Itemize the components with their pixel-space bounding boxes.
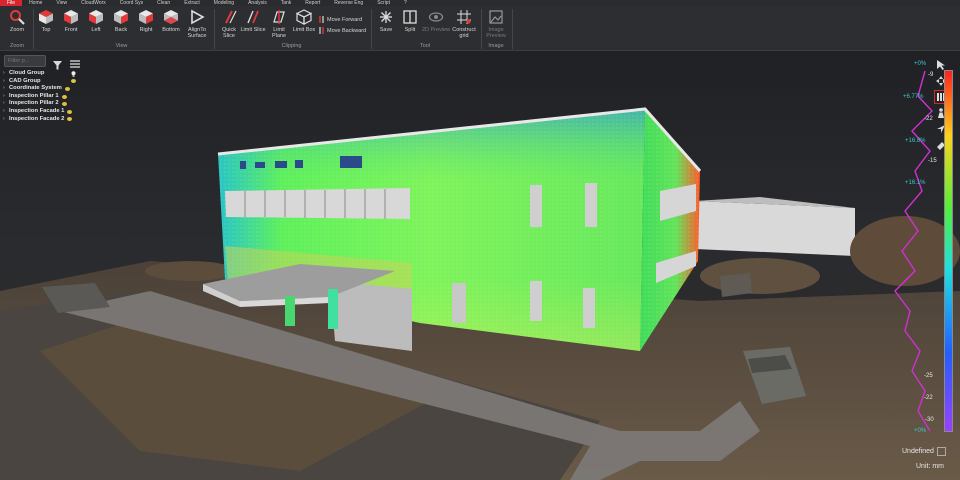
limit-slice-button[interactable]: Limit Slice — [239, 8, 267, 42]
visibility-icon[interactable] — [61, 102, 67, 107]
scale-label: +16.8% — [905, 138, 926, 144]
group-zoom-label: Zoom — [9, 43, 25, 49]
align-arrow-icon — [191, 9, 205, 25]
visibility-icon[interactable] — [67, 117, 73, 122]
scale-label: -25 — [924, 373, 933, 379]
limit-slice-icon — [247, 10, 259, 24]
facade-door — [452, 283, 466, 323]
visibility-icon[interactable] — [61, 94, 67, 99]
tree-item-inspection-pillar-2[interactable]: › Inspection Pillar 2 — [3, 100, 93, 108]
group-tool-label: Tool — [419, 43, 431, 49]
inspection-pillar-2 — [328, 289, 338, 329]
color-scale-bar — [944, 70, 953, 432]
tree-item-inspection-facade-2[interactable]: › Inspection Facade 2 — [3, 116, 93, 124]
window-band — [225, 188, 410, 219]
facade-window — [583, 288, 595, 328]
group-image-label: Image — [488, 43, 504, 49]
tree-item-coordinate-system[interactable]: › Coordinate System — [3, 85, 93, 93]
eye-icon — [428, 12, 444, 22]
scale-label: -22 — [924, 116, 933, 122]
facade-window — [585, 183, 597, 227]
move-backward-button[interactable]: Move Backward — [318, 27, 366, 34]
undefined-toggle[interactable]: Undefined — [902, 447, 946, 456]
cube-bottom-icon — [164, 10, 178, 24]
filter-icon[interactable] — [53, 57, 62, 70]
zoom-button[interactable]: Zoom — [2, 8, 32, 42]
align-to-surface-button[interactable]: AlignTo Surface — [182, 8, 212, 42]
scale-label: -15 — [928, 158, 937, 164]
scale-label-bottom: +0% — [914, 428, 927, 434]
cube-front-icon — [64, 10, 78, 24]
cursor-icon — [937, 60, 945, 70]
ribbon: Zoom Zoom Top Front Left Back Right Bott… — [0, 6, 960, 51]
undefined-checkbox[interactable] — [936, 447, 946, 456]
scale-label: +6.77% — [903, 94, 924, 100]
visibility-icon[interactable] — [70, 79, 76, 84]
tree-filter-input[interactable] — [4, 55, 46, 67]
point-cloud-viewport[interactable] — [0, 51, 960, 480]
move-forward-button[interactable]: Move Forward — [318, 16, 362, 23]
grid-icon — [457, 10, 471, 24]
tree-item-inspection-facade-1[interactable]: › Inspection Facade 1 — [3, 108, 93, 116]
backward-icon — [319, 27, 324, 34]
tree-item-cad-group[interactable]: › CAD Group — [3, 78, 93, 86]
split-window-icon — [403, 10, 417, 24]
plane-icon — [273, 10, 285, 24]
slice-icon — [225, 10, 237, 24]
lightbulb-icon[interactable] — [71, 70, 76, 77]
tree-item-cloud-group[interactable]: › Cloud Group — [3, 70, 93, 78]
facade-window — [530, 281, 542, 321]
facade-window — [530, 185, 542, 227]
visibility-icon[interactable] — [67, 109, 73, 114]
unit-label: Unit: mm — [916, 463, 944, 470]
tree-item-inspection-pillar-1[interactable]: › Inspection Pillar 1 — [3, 93, 93, 101]
save-star-icon — [380, 11, 392, 23]
2d-preview-button[interactable]: 2D Preview — [421, 8, 451, 42]
group-view-label: View — [115, 43, 128, 49]
cube-back-icon — [114, 10, 128, 24]
visibility-icon[interactable] — [64, 86, 70, 91]
shrubs-right — [700, 258, 820, 294]
scale-label: -22 — [924, 395, 933, 401]
image-icon — [489, 10, 503, 24]
scale-label: -30 — [925, 417, 934, 423]
project-tree: › Cloud Group › CAD Group › Coordinate Syst… — [3, 70, 93, 123]
box-icon — [296, 9, 312, 25]
magnifier-icon — [10, 10, 25, 25]
menu-lines-icon[interactable] — [70, 56, 80, 68]
image-preview-button[interactable]: Image Preview — [481, 8, 511, 42]
cube-left-icon — [89, 10, 103, 24]
scale-label-top: +0% — [914, 61, 927, 67]
background-building — [695, 201, 855, 256]
cube-right-icon — [139, 10, 153, 24]
parked-car — [720, 273, 752, 297]
cube-top-icon — [39, 10, 53, 24]
scale-label: +16.1% — [905, 180, 926, 186]
limit-box-button[interactable]: Limit Box — [289, 8, 319, 42]
inspection-pillar-1 — [285, 296, 295, 326]
trees-left — [145, 261, 235, 281]
forward-icon — [319, 16, 324, 23]
scale-label: -9 — [928, 72, 934, 78]
group-clipping-label: Clipping — [281, 43, 302, 49]
ribbon-divider — [512, 9, 513, 49]
construct-grid-button[interactable]: Construct grid — [449, 8, 479, 42]
